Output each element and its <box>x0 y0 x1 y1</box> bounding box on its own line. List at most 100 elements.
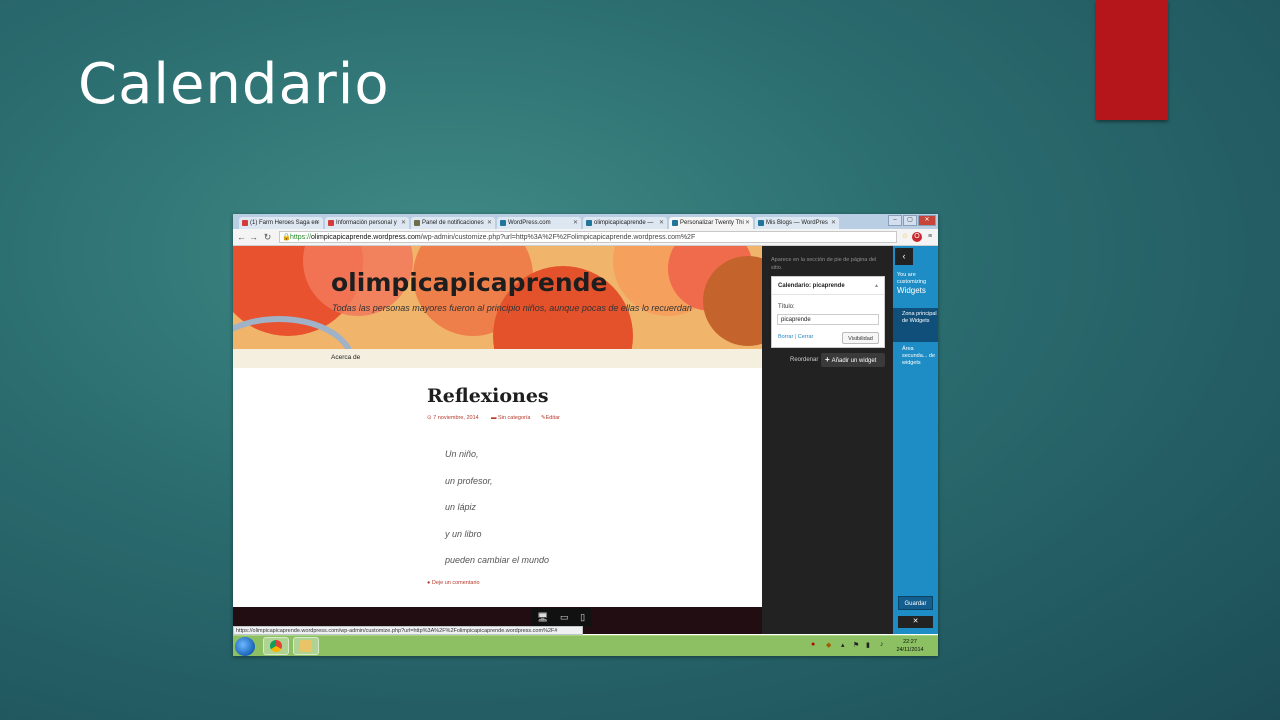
sidebar-heading: You are customizing Widgets <box>897 272 937 295</box>
url-path: /wp-admin/customize.php?url=http%3A%2F%2… <box>420 234 696 241</box>
tray-volume-icon[interactable]: ♪ <box>880 641 884 648</box>
clock-icon: ⊙ <box>427 415 432 421</box>
tab-close-icon[interactable]: ✕ <box>315 217 320 229</box>
action-separator: | <box>794 334 797 340</box>
save-button[interactable]: Guardar <box>898 596 933 610</box>
red-accent-tab <box>1096 0 1168 120</box>
menu-icon[interactable]: ≡ <box>925 232 935 242</box>
widget-header[interactable]: Calendario: picaprende ▴ <box>772 277 884 295</box>
address-bar: ← → ↻ 🔒 https://olimpicapicaprende.wordp… <box>233 229 938 246</box>
close-link[interactable]: Cerrar <box>798 334 814 340</box>
post-edit-text: Editar <box>545 415 560 421</box>
heading-section: Widgets <box>897 286 926 295</box>
tab-close-icon[interactable]: ✕ <box>487 217 492 229</box>
post-date-text: 7 noviembre, 2014 <box>433 415 479 421</box>
add-widget-button[interactable]: + Añadir un widget <box>821 353 885 367</box>
widget-header-title: Calendario: picaprende <box>778 283 845 289</box>
nav-item-about[interactable]: Acerca de <box>331 354 360 361</box>
close-icon[interactable]: ✕ <box>898 616 933 628</box>
device-preview-bar: 🖥 ▭ ▯ <box>531 608 591 627</box>
tray-flag-icon[interactable]: ⚑ <box>853 641 859 649</box>
post-category[interactable]: ▬ Sin categoría <box>491 415 530 421</box>
url-domain: olimpicapicaprende.wordpress.com <box>311 234 421 241</box>
tab-favicon-icon <box>242 220 248 226</box>
tab-close-icon[interactable]: ✕ <box>573 217 578 229</box>
tray-app-icon[interactable]: ● <box>811 641 815 648</box>
sidebar-item-main-widgets[interactable]: Zona principal de Widgets <box>893 308 938 342</box>
tray-app-icon[interactable]: ◆ <box>826 641 831 649</box>
comment-link-text: Deje un comentario <box>431 580 480 586</box>
status-url-bar: https://olimpicapicaprende.wordpress.com… <box>233 626 583 635</box>
forward-arrow-icon[interactable]: → <box>248 231 259 243</box>
site-navigation: Acerca de <box>233 349 762 368</box>
customizer-panel: Aparece en la sección de pie de página d… <box>762 246 893 634</box>
window-close-icon[interactable]: ✕ <box>918 215 936 226</box>
browser-screenshot: (1) Farm Heroes Saga en ✕ Información pe… <box>233 214 938 656</box>
site-header-banner: olimpicapicaprende Todas las personas ma… <box>233 246 762 349</box>
post-edit-link[interactable]: ✎Editar <box>541 415 560 421</box>
post-title[interactable]: Reflexiones <box>427 385 549 407</box>
back-chevron-icon[interactable]: ‹ <box>895 248 913 265</box>
start-button-icon[interactable] <box>235 637 255 656</box>
sidebar-item-secondary-widgets[interactable]: Área secunda... de widgets <box>893 345 938 379</box>
tab-close-icon[interactable]: ✕ <box>401 217 406 229</box>
tab-favicon-icon <box>328 220 334 226</box>
maximize-icon[interactable]: ▢ <box>903 215 917 226</box>
site-description: Todas las personas mayores fueron al pri… <box>332 303 692 313</box>
tray-arrow-icon[interactable]: ▴ <box>841 641 845 649</box>
browser-tab-active[interactable]: Personalizar Twenty Thi ✕ <box>669 217 753 229</box>
tab-label: Información personal y <box>336 220 397 226</box>
back-arrow-icon[interactable]: ← <box>236 231 247 243</box>
taskbar-explorer[interactable] <box>293 637 319 655</box>
windows-taskbar: ● ◆ ▴ ⚑ ▮ ♪ 22:27 24/11/2014 <box>233 635 938 656</box>
reload-icon[interactable]: ↻ <box>262 231 273 243</box>
tab-label: olimpicapicaprende — <box>594 220 654 226</box>
browser-tab[interactable]: Panel de notificaciones ✕ <box>411 217 495 229</box>
visibility-button[interactable]: Visibilidad <box>842 332 879 344</box>
tab-close-icon[interactable]: ✕ <box>831 217 836 229</box>
site-title[interactable]: olimpicapicaprende <box>331 268 608 297</box>
taskbar-clock[interactable]: 22:27 24/11/2014 <box>895 638 925 654</box>
caret-up-icon[interactable]: ▴ <box>875 277 878 295</box>
browser-tab[interactable]: (1) Farm Heroes Saga en ✕ <box>239 217 323 229</box>
browser-tab[interactable]: Mis Blogs — WordPres ✕ <box>755 217 839 229</box>
clock-date: 24/11/2014 <box>896 647 924 653</box>
reorder-link[interactable]: Reordenar <box>790 357 818 363</box>
bookmark-star-icon[interactable]: ☆ <box>900 232 910 242</box>
post-verse: un lápiz <box>445 502 477 512</box>
tab-label: Personalizar Twenty Thi <box>680 220 744 226</box>
post-category-text: Sin categoría <box>498 415 531 421</box>
tab-label: WordPress.com <box>508 220 551 226</box>
widget-actions: Borrar | Cerrar <box>778 334 813 340</box>
banner-circle <box>233 316 355 349</box>
browser-tab[interactable]: Información personal y ✕ <box>325 217 409 229</box>
clock-time: 22:27 <box>903 639 917 645</box>
taskbar-chrome[interactable] <box>263 637 289 655</box>
comment-link[interactable]: ● Deje un comentario <box>427 580 480 586</box>
calendar-widget: Calendario: picaprende ▴ Título: picapre… <box>771 276 885 348</box>
add-widget-label: Añadir un widget <box>831 358 877 364</box>
tray-network-icon[interactable]: ▮ <box>866 641 870 649</box>
tab-favicon-icon <box>758 220 764 226</box>
post-verse: un profesor, <box>445 476 493 486</box>
post-date[interactable]: ⊙ 7 noviembre, 2014 <box>427 415 479 421</box>
tab-favicon-icon <box>586 220 592 226</box>
desktop-icon[interactable]: 🖥 <box>537 612 548 623</box>
title-input[interactable]: picaprende <box>777 314 879 325</box>
tablet-icon[interactable]: ▭ <box>560 612 569 623</box>
browser-tab[interactable]: WordPress.com ✕ <box>497 217 581 229</box>
minimize-icon[interactable]: – <box>888 215 902 226</box>
mobile-icon[interactable]: ▯ <box>580 612 585 623</box>
tab-favicon-icon <box>672 220 678 226</box>
url-input[interactable]: 🔒 https://olimpicapicaprende.wordpress.c… <box>279 231 897 243</box>
chrome-icon <box>270 640 282 652</box>
extension-icon[interactable]: O <box>912 232 922 242</box>
heading-line: You are <box>897 272 916 278</box>
tab-close-icon[interactable]: ✕ <box>745 217 750 229</box>
delete-link[interactable]: Borrar <box>778 334 793 340</box>
plus-icon: + <box>825 355 830 364</box>
tab-label: Panel de notificaciones <box>422 220 484 226</box>
browser-tab-strip: (1) Farm Heroes Saga en ✕ Información pe… <box>233 214 938 229</box>
browser-tab[interactable]: olimpicapicaprende — ✕ <box>583 217 667 229</box>
tab-close-icon[interactable]: ✕ <box>659 217 664 229</box>
